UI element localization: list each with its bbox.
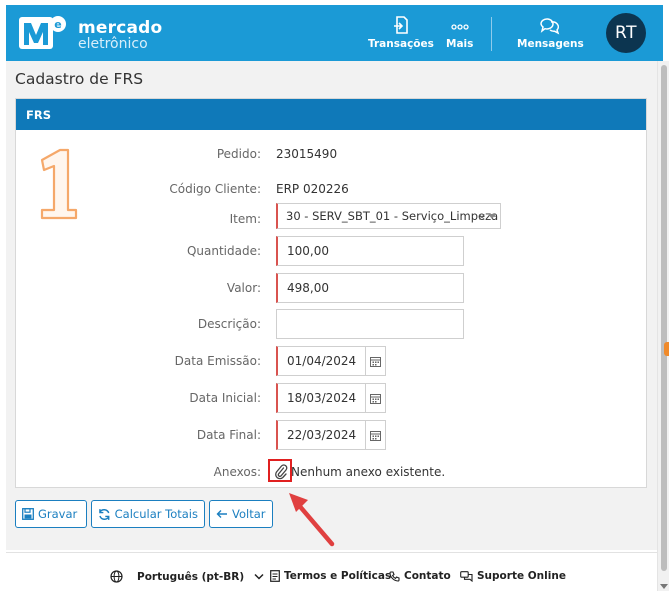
nav-mensagens[interactable]: Mensagens: [517, 15, 584, 50]
page-title: Cadastro de FRS: [15, 70, 144, 88]
calendar-icon: [370, 356, 381, 367]
save-icon: [22, 508, 34, 520]
vertical-scrollbar[interactable]: [657, 61, 669, 591]
calendar-icon: [370, 393, 381, 404]
terms-link[interactable]: Termos e Políticas: [270, 570, 391, 582]
user-avatar[interactable]: RT: [606, 13, 646, 53]
support-label: Suporte Online: [477, 570, 566, 582]
phone-icon: [389, 570, 400, 582]
voltar-button-label: Voltar: [232, 507, 266, 521]
gravar-button[interactable]: Gravar: [15, 500, 87, 528]
item-label: Item:: [229, 212, 261, 226]
row-codigo-cliente: Código Cliente: ERP 020226: [16, 175, 646, 203]
frs-panel: FRS 1 Pedido: 23015490 Código Cliente: E…: [15, 98, 647, 488]
logo-text-eletronico: eletrônico: [78, 36, 148, 52]
transactions-icon: [393, 16, 408, 34]
globe-icon: [110, 570, 123, 583]
nav-mais[interactable]: Mais: [446, 15, 473, 50]
language-selector[interactable]: Português (pt-BR): [110, 570, 268, 583]
quantidade-label: Quantidade:: [186, 244, 261, 258]
codigo-cliente-label: Código Cliente:: [169, 182, 261, 196]
data-inicial-label: Data Inicial:: [189, 391, 261, 405]
item-clear-icon[interactable]: ×: [478, 212, 486, 223]
arrow-left-icon: [216, 510, 227, 518]
item-select-value: 30 - SERV_SBT_01 - Serviço_Limpeza: [286, 209, 499, 223]
descricao-label: Descrição:: [197, 317, 261, 331]
data-final-input[interactable]: 22/03/2024: [276, 420, 366, 450]
anexos-label: Anexos:: [213, 465, 261, 479]
highlight-box: [268, 459, 292, 482]
mercado-eletronico-logo-icon[interactable]: e: [19, 15, 67, 51]
row-pedido: Pedido: 23015490: [16, 140, 646, 168]
valor-input[interactable]: 498,00: [276, 273, 464, 303]
document-icon: [270, 570, 280, 582]
valor-label: Valor:: [226, 281, 261, 295]
scrollbar-thumb[interactable]: [661, 65, 667, 571]
chat-icon: [460, 570, 473, 582]
contact-label: Contato: [404, 570, 451, 582]
item-select[interactable]: 30 - SERV_SBT_01 - Serviço_Limpeza ×: [276, 203, 501, 229]
nav-divider: [491, 17, 492, 51]
annotation-arrow-icon: [289, 493, 335, 547]
calcular-totais-button-label: Calcular Totais: [114, 507, 198, 521]
feedback-tab[interactable]: [664, 342, 669, 356]
quantidade-input[interactable]: 100,00: [276, 236, 464, 266]
chevron-down-icon: [254, 573, 264, 580]
svg-text:e: e: [54, 18, 61, 31]
data-inicial-input[interactable]: 18/03/2024: [276, 383, 366, 413]
anexos-value: Nenhum anexo existente.: [291, 465, 446, 479]
descricao-input[interactable]: [276, 309, 464, 339]
support-link[interactable]: Suporte Online: [460, 570, 566, 582]
nav-mais-label: Mais: [446, 38, 474, 50]
row-valor: Valor: 498,00: [16, 273, 646, 303]
data-emissao-calendar-button[interactable]: [365, 346, 386, 376]
data-final-label: Data Final:: [196, 428, 261, 442]
row-anexos: Anexos: Nenhum anexo existente.: [16, 461, 646, 489]
row-data-emissao: Data Emissão: 01/04/2024: [16, 346, 646, 376]
row-quantidade: Quantidade: 100,00: [16, 236, 646, 266]
footer: Português (pt-BR) Termos e Políticas Con…: [6, 552, 657, 591]
row-data-inicial: Data Inicial: 18/03/2024: [16, 383, 646, 413]
pedido-label: Pedido:: [216, 147, 261, 161]
row-descricao: Descrição:: [16, 309, 646, 339]
chevron-down-icon[interactable]: [488, 214, 496, 219]
calcular-totais-button[interactable]: Calcular Totais: [91, 500, 205, 528]
codigo-cliente-value: ERP 020226: [276, 182, 349, 196]
scroll-down-arrow-icon[interactable]: [660, 584, 668, 589]
top-header: e mercado eletrônico Transações Mais Men…: [6, 5, 663, 61]
contact-link[interactable]: Contato: [389, 570, 451, 582]
terms-label: Termos e Políticas: [284, 570, 392, 582]
pedido-value: 23015490: [276, 147, 338, 161]
logo-text-mercado: mercado: [78, 18, 163, 38]
nav-mensagens-label: Mensagens: [517, 38, 584, 50]
nav-transacoes-label: Transações: [368, 38, 434, 50]
more-dots-icon: [451, 24, 469, 30]
data-final-calendar-button[interactable]: [365, 420, 386, 450]
data-emissao-input[interactable]: 01/04/2024: [276, 346, 366, 376]
calendar-icon: [370, 430, 381, 441]
language-label: Português (pt-BR): [137, 570, 245, 583]
row-item: Item: 30 - SERV_SBT_01 - Serviço_Limpeza…: [16, 203, 646, 231]
gravar-button-label: Gravar: [38, 507, 78, 521]
row-data-final: Data Final: 22/03/2024: [16, 420, 646, 450]
voltar-button[interactable]: Voltar: [209, 500, 273, 528]
panel-title: FRS: [16, 99, 646, 130]
data-inicial-calendar-button[interactable]: [365, 383, 386, 413]
refresh-icon: [99, 508, 110, 520]
data-emissao-label: Data Emissão:: [174, 354, 261, 368]
nav-transacoes[interactable]: Transações: [368, 15, 434, 50]
messages-icon: [540, 18, 560, 35]
